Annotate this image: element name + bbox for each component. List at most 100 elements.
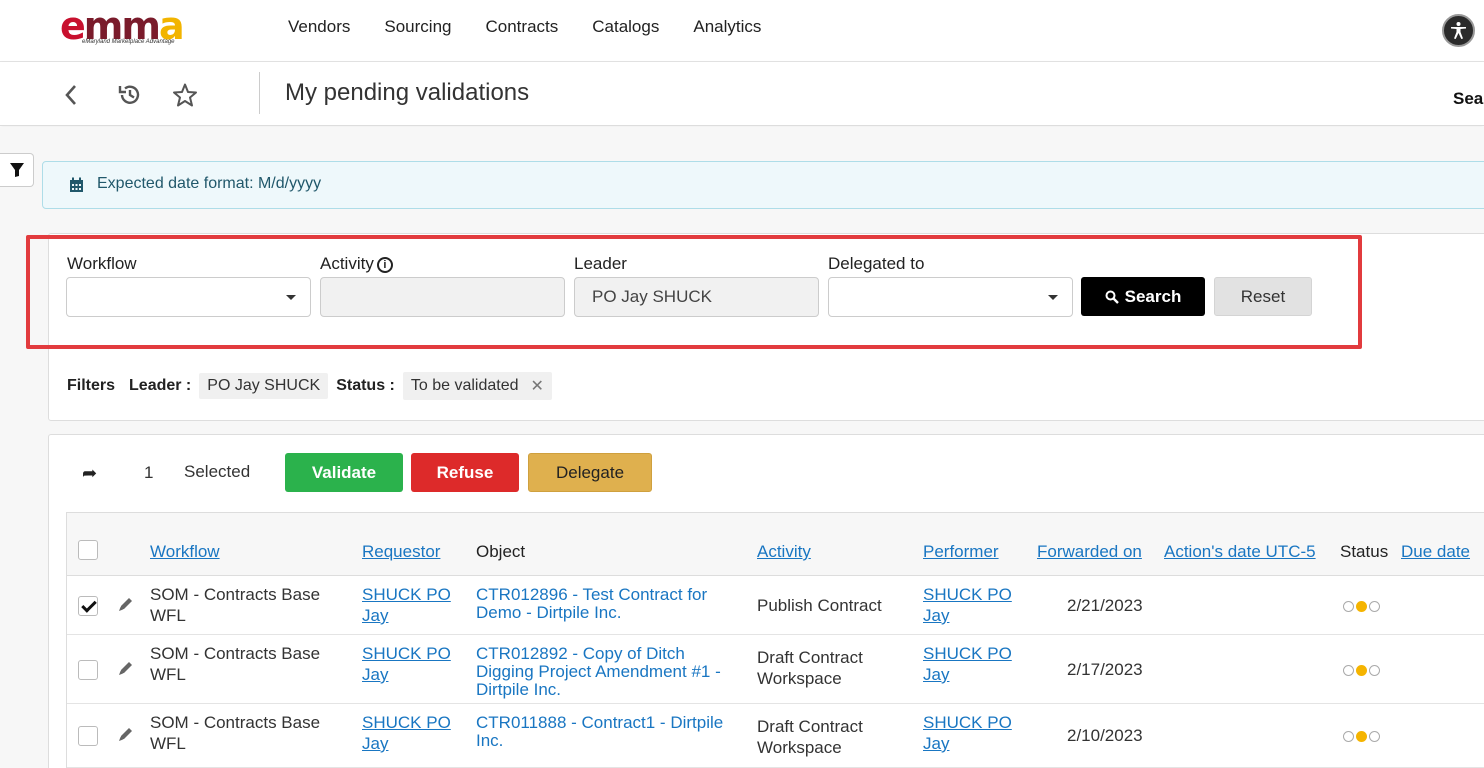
back-icon[interactable] xyxy=(58,82,84,108)
col-requestor[interactable]: Requestor xyxy=(362,542,440,562)
selected-count: 1 xyxy=(144,463,154,482)
select-all-checkbox[interactable] xyxy=(78,540,98,560)
delegate-button[interactable]: Delegate xyxy=(528,453,652,492)
status-dot xyxy=(1369,601,1380,612)
filter-panel-toggle[interactable] xyxy=(0,153,34,187)
activity-cell: Publish Contract xyxy=(757,596,882,615)
status-dot xyxy=(1343,731,1354,742)
history-icon[interactable] xyxy=(117,82,143,108)
object-link[interactable]: CTR011888 - Contract1 - Dirtpile Inc. xyxy=(476,714,723,750)
row-checkbox[interactable] xyxy=(78,596,98,616)
accessibility-icon[interactable] xyxy=(1442,14,1475,47)
status-indicator xyxy=(1343,665,1380,676)
status-dot xyxy=(1343,601,1354,612)
favorite-star-icon[interactable] xyxy=(172,82,198,108)
activity-cell: Draft Contract Workspace xyxy=(757,717,863,757)
workflow-label: Workflow xyxy=(67,254,137,273)
performer-link[interactable]: SHUCK PO Jay xyxy=(923,643,1012,685)
nav-analytics[interactable]: Analytics xyxy=(693,17,761,37)
edit-pencil-icon[interactable] xyxy=(117,595,135,613)
status-dot xyxy=(1356,731,1367,742)
workflow-cell: SOM - Contracts Base WFL xyxy=(150,713,321,753)
activity-input[interactable] xyxy=(320,277,565,317)
col-forwarded-on[interactable]: Forwarded on xyxy=(1037,542,1142,562)
chevron-down-icon xyxy=(286,295,296,300)
logo-tagline: eMaryland Marketplace Advantage xyxy=(82,39,175,45)
workflow-cell: SOM - Contracts Base WFL xyxy=(150,644,321,684)
requestor-link[interactable]: SHUCK PO Jay xyxy=(362,584,451,626)
requestor-link[interactable]: SHUCK PO Jay xyxy=(362,643,451,685)
nav-contracts[interactable]: Contracts xyxy=(486,17,559,37)
row-checkbox[interactable] xyxy=(78,726,98,746)
leader-label: Leader xyxy=(574,254,627,273)
reset-button[interactable]: Reset xyxy=(1214,277,1312,316)
nav-catalogs[interactable]: Catalogs xyxy=(592,17,659,37)
page-title: My pending validations xyxy=(285,79,530,106)
search-icon xyxy=(1105,290,1119,304)
leader-input[interactable]: PO Jay SHUCK xyxy=(574,277,819,317)
col-workflow[interactable]: Workflow xyxy=(150,542,220,562)
search-link[interactable]: Sear xyxy=(1453,89,1484,109)
status-dot xyxy=(1369,665,1380,676)
status-dot xyxy=(1369,731,1380,742)
delegated-to-select[interactable] xyxy=(828,277,1073,317)
performer-link[interactable]: SHUCK PO Jay xyxy=(923,584,1012,626)
date-format-notice: Expected date format: M/d/yyyy xyxy=(42,161,1484,209)
validations-table: Workflow Requestor Object Activity Perfo… xyxy=(66,512,1484,768)
forwarded-on-cell: 2/10/2023 xyxy=(1067,726,1143,745)
leader-filter-chip: PO Jay SHUCK xyxy=(199,373,329,399)
status-indicator xyxy=(1343,731,1380,742)
delegated-to-label: Delegated to xyxy=(828,254,925,273)
top-navigation: emma eMaryland Marketplace Advantage Ven… xyxy=(0,0,1484,62)
workflow-cell: SOM - Contracts Base WFL xyxy=(150,585,321,625)
edit-pencil-icon[interactable] xyxy=(117,725,135,743)
redirect-arrow-icon[interactable]: ➦ xyxy=(82,463,97,484)
validate-button[interactable]: Validate xyxy=(285,453,403,492)
chevron-down-icon xyxy=(1048,295,1058,300)
filters-title: Filters xyxy=(67,377,116,394)
status-dot xyxy=(1343,665,1354,676)
status-filter-label: Status : xyxy=(336,377,395,394)
page-header: My pending validations Sear xyxy=(0,62,1484,126)
search-button[interactable]: Search xyxy=(1081,277,1205,316)
status-dot xyxy=(1356,601,1367,612)
requestor-link[interactable]: SHUCK PO Jay xyxy=(362,712,451,754)
forwarded-on-cell: 2/21/2023 xyxy=(1067,596,1143,615)
active-filters: Filters Leader : PO Jay SHUCK Status : T… xyxy=(67,372,560,400)
row-checkbox[interactable] xyxy=(78,660,98,680)
table-row: SOM - Contracts Base WFL SHUCK PO Jay CTR011… xyxy=(67,704,1484,768)
main-menu: Vendors Sourcing Contracts Catalogs Anal… xyxy=(288,17,795,37)
col-status: Status xyxy=(1340,542,1389,561)
col-performer[interactable]: Performer xyxy=(923,542,999,562)
date-format-text: Expected date format: M/d/yyyy xyxy=(97,175,322,192)
edit-pencil-icon[interactable] xyxy=(117,659,135,677)
workflow-select[interactable] xyxy=(66,277,311,317)
col-due-date[interactable]: Due date xyxy=(1401,542,1470,562)
col-action-date[interactable]: Action's date UTC-5 xyxy=(1164,542,1316,562)
forwarded-on-cell: 2/17/2023 xyxy=(1067,660,1143,679)
selected-label: Selected xyxy=(184,462,251,481)
emma-logo[interactable]: emma eMaryland Marketplace Advantage xyxy=(60,4,200,50)
col-activity[interactable]: Activity xyxy=(757,542,811,562)
performer-link[interactable]: SHUCK PO Jay xyxy=(923,712,1012,754)
leader-filter-label: Leader : xyxy=(129,377,192,394)
object-link[interactable]: CTR012892 - Copy of Ditch Digging Project… xyxy=(476,645,721,699)
col-object: Object xyxy=(476,542,526,561)
header-divider xyxy=(259,72,260,114)
table-row: SOM - Contracts Base WFL SHUCK PO Jay CTR012… xyxy=(67,576,1484,635)
nav-vendors[interactable]: Vendors xyxy=(288,17,350,37)
object-link[interactable]: CTR012896 - Test Contract for Demo - Dirt… xyxy=(476,586,707,622)
filter-icon xyxy=(9,163,24,177)
refuse-button[interactable]: Refuse xyxy=(411,453,519,492)
calendar-icon xyxy=(70,177,83,192)
activity-label: Activity i xyxy=(320,254,393,274)
status-indicator xyxy=(1343,601,1380,612)
status-dot xyxy=(1356,665,1367,676)
table-header: Workflow Requestor Object Activity Perfo… xyxy=(67,513,1484,576)
activity-cell: Draft Contract Workspace xyxy=(757,648,863,688)
status-filter-chip: To be validated ✕ xyxy=(402,372,552,400)
table-row: SOM - Contracts Base WFL SHUCK PO Jay CTR012… xyxy=(67,635,1484,704)
remove-filter-icon[interactable]: ✕ xyxy=(531,376,544,396)
info-icon[interactable]: i xyxy=(376,257,393,273)
nav-sourcing[interactable]: Sourcing xyxy=(384,17,451,37)
